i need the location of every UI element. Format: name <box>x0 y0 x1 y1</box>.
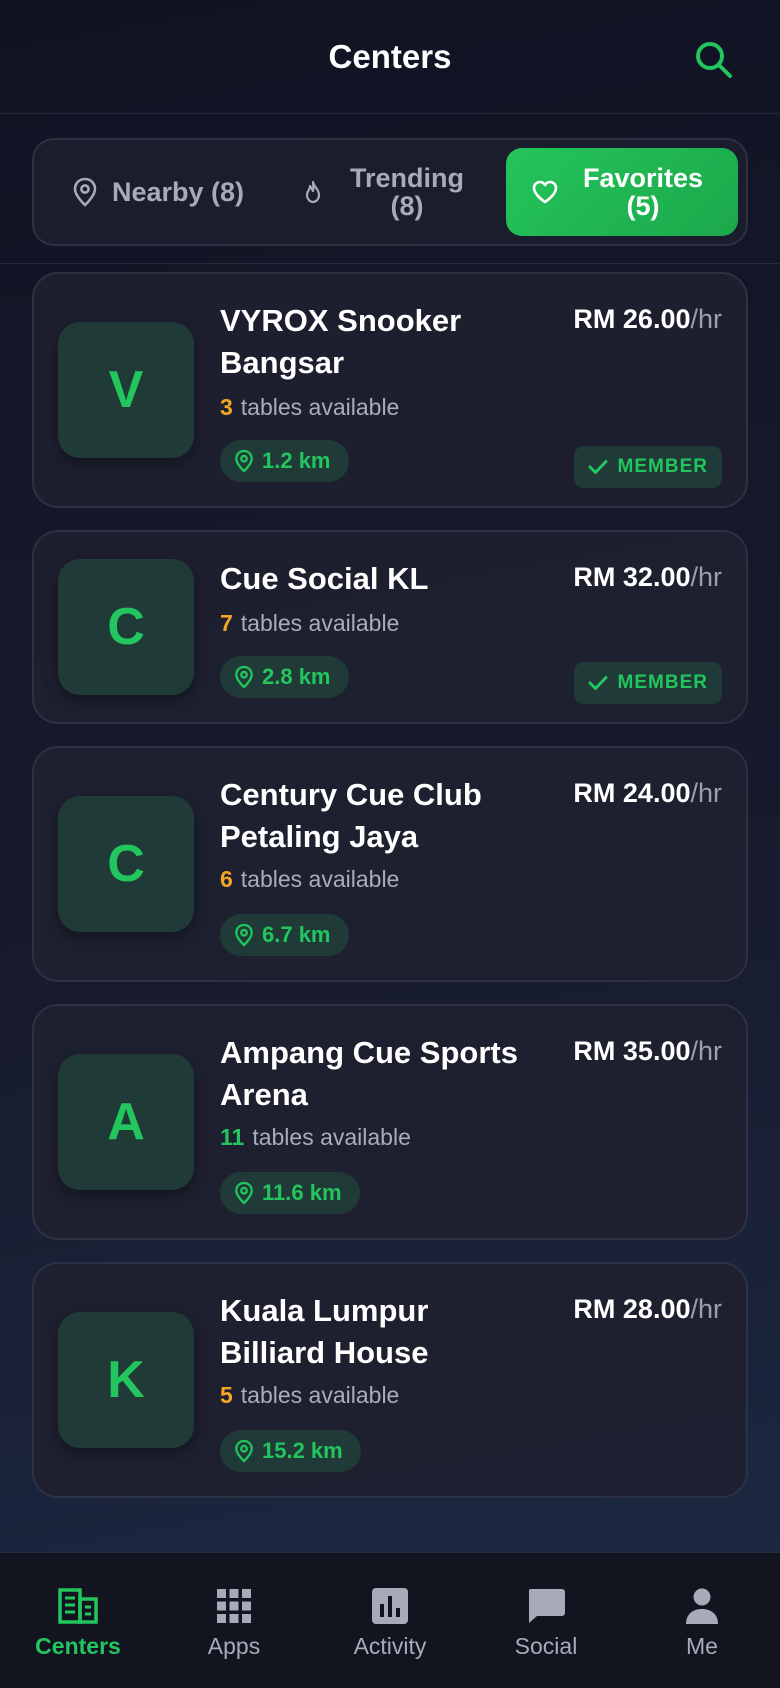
price-unit: /hr <box>690 1036 722 1066</box>
center-name: Cue Social KL <box>220 561 429 596</box>
member-badge: MEMBER <box>573 446 722 488</box>
nav-social[interactable]: Social <box>476 1587 616 1660</box>
price-unit: /hr <box>690 562 722 592</box>
center-price: RM 35.00/hr <box>573 1036 722 1067</box>
center-card[interactable]: C Century Cue Club Petaling Jaya RM 24.0… <box>32 746 748 982</box>
center-avatar: A <box>58 1054 194 1190</box>
distance-value: 6.7 km <box>262 922 331 947</box>
center-price: RM 26.00/hr <box>573 304 722 335</box>
price-value: RM 26.00 <box>573 304 691 334</box>
center-name: Kuala Lumpur Billiard House <box>220 1293 429 1370</box>
center-name: Ampang Cue Sports Arena <box>220 1035 518 1112</box>
tables-count: 7 <box>220 610 233 636</box>
nav-label: Social <box>514 1633 578 1659</box>
map-pin-icon <box>235 665 253 689</box>
price-value: RM 24.00 <box>573 778 691 808</box>
center-name: Century Cue Club Petaling Jaya <box>220 777 482 854</box>
filter-tabs-section: Nearby (8) Trending (8) Favorites (5) <box>0 114 780 264</box>
map-pin-icon <box>235 449 253 473</box>
member-label: MEMBER <box>617 456 708 477</box>
distance-badge: 11.6 km <box>220 1172 360 1214</box>
distance-badge: 1.2 km <box>220 440 349 482</box>
center-avatar: K <box>58 1312 194 1448</box>
tables-available: 5 tables available <box>220 1382 399 1409</box>
bottom-navigation: Centers Apps Activity Social Me <box>0 1552 780 1688</box>
nav-label: Me <box>686 1633 718 1659</box>
tab-favorites-label: Favorites (5) <box>582 163 704 221</box>
tables-text: tables available <box>240 866 400 892</box>
distance-value: 1.2 km <box>262 448 331 473</box>
tab-trending-label: Trending (8) <box>350 163 464 221</box>
nav-apps[interactable]: Apps <box>164 1587 304 1660</box>
map-pin-icon <box>73 177 97 207</box>
nav-activity[interactable]: Activity <box>320 1587 460 1660</box>
tables-count: 6 <box>220 866 233 892</box>
price-value: RM 32.00 <box>573 562 691 592</box>
center-avatar: C <box>58 796 194 932</box>
check-icon <box>588 460 608 474</box>
nav-label: Centers <box>35 1633 121 1659</box>
map-pin-icon <box>235 1181 253 1205</box>
tables-text: tables available <box>252 1124 411 1150</box>
tables-text: tables available <box>240 610 400 636</box>
center-card[interactable]: C Cue Social KL RM 32.00/hr 7 tables avai… <box>32 530 748 724</box>
check-icon <box>588 676 608 690</box>
nav-label: Activity <box>353 1633 427 1659</box>
price-unit: /hr <box>690 304 722 334</box>
center-list: V VYROX Snooker Bangsar RM 26.00/hr 3 tab… <box>32 272 748 1520</box>
tab-nearby-label: Nearby (8) <box>111 177 245 207</box>
center-price: RM 32.00/hr <box>573 562 722 593</box>
building-icon <box>58 1588 98 1624</box>
distance-badge: 2.8 km <box>220 656 349 698</box>
member-badge: MEMBER <box>573 662 722 704</box>
nav-label: Apps <box>207 1633 261 1659</box>
search-icon <box>696 42 732 78</box>
tab-trending[interactable]: Trending (8) <box>274 148 506 236</box>
tables-count: 11 <box>220 1124 245 1150</box>
tab-favorites[interactable]: Favorites (5) <box>506 148 738 236</box>
nav-centers[interactable]: Centers <box>8 1587 148 1660</box>
tables-count: 3 <box>220 394 233 420</box>
nav-me[interactable]: Me <box>632 1587 772 1660</box>
center-avatar: C <box>58 559 194 695</box>
tables-text: tables available <box>240 394 400 420</box>
distance-badge: 15.2 km <box>220 1430 361 1472</box>
page-title: Centers <box>328 37 452 75</box>
center-price: RM 24.00/hr <box>573 778 722 809</box>
price-unit: /hr <box>690 1294 722 1324</box>
bar-chart-icon <box>372 1588 408 1624</box>
chat-bubble-icon <box>528 1589 565 1623</box>
center-card[interactable]: V VYROX Snooker Bangsar RM 26.00/hr 3 tab… <box>32 272 748 508</box>
member-label: MEMBER <box>617 672 708 693</box>
distance-value: 11.6 km <box>262 1180 342 1205</box>
map-pin-icon <box>235 1439 253 1463</box>
search-button[interactable] <box>690 36 736 82</box>
center-avatar: V <box>58 322 194 458</box>
distance-value: 2.8 km <box>262 664 331 689</box>
user-icon <box>686 1588 718 1624</box>
center-name: VYROX Snooker Bangsar <box>220 303 462 380</box>
filter-tabs: Nearby (8) Trending (8) Favorites (5) <box>32 138 748 246</box>
distance-badge: 6.7 km <box>220 914 349 956</box>
flame-icon <box>305 180 321 204</box>
center-price: RM 28.00/hr <box>573 1294 722 1325</box>
tables-count: 5 <box>220 1382 233 1408</box>
tables-available: 7 tables available <box>220 610 399 637</box>
tables-available: 11 tables available <box>220 1124 411 1151</box>
center-card[interactable]: K Kuala Lumpur Billiard House RM 28.00/h… <box>32 1262 748 1498</box>
map-pin-icon <box>235 923 253 947</box>
heart-icon <box>532 180 558 204</box>
price-value: RM 28.00 <box>573 1294 691 1324</box>
price-value: RM 35.00 <box>573 1036 691 1066</box>
grid-icon <box>217 1589 251 1623</box>
app-header: Centers <box>0 0 780 114</box>
tab-nearby[interactable]: Nearby (8) <box>42 148 274 236</box>
tables-text: tables available <box>240 1382 400 1408</box>
distance-value: 15.2 km <box>262 1438 343 1463</box>
price-unit: /hr <box>690 778 722 808</box>
tables-available: 3 tables available <box>220 394 399 421</box>
center-card[interactable]: A Ampang Cue Sports Arena RM 35.00/hr 11… <box>32 1004 748 1240</box>
tables-available: 6 tables available <box>220 866 399 893</box>
